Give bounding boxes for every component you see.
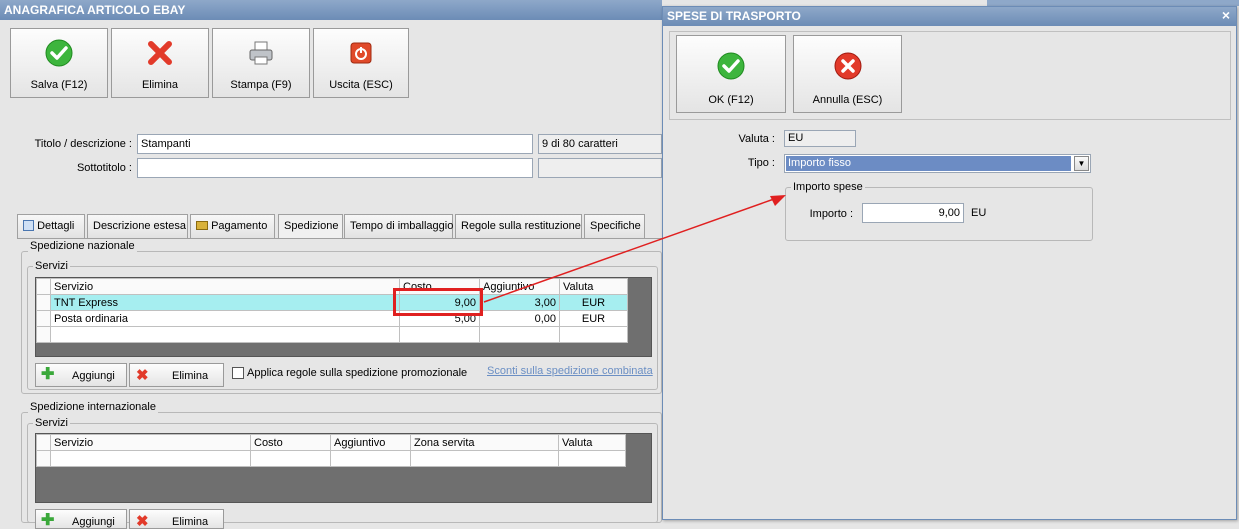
annotation-arrow (483, 195, 786, 303)
